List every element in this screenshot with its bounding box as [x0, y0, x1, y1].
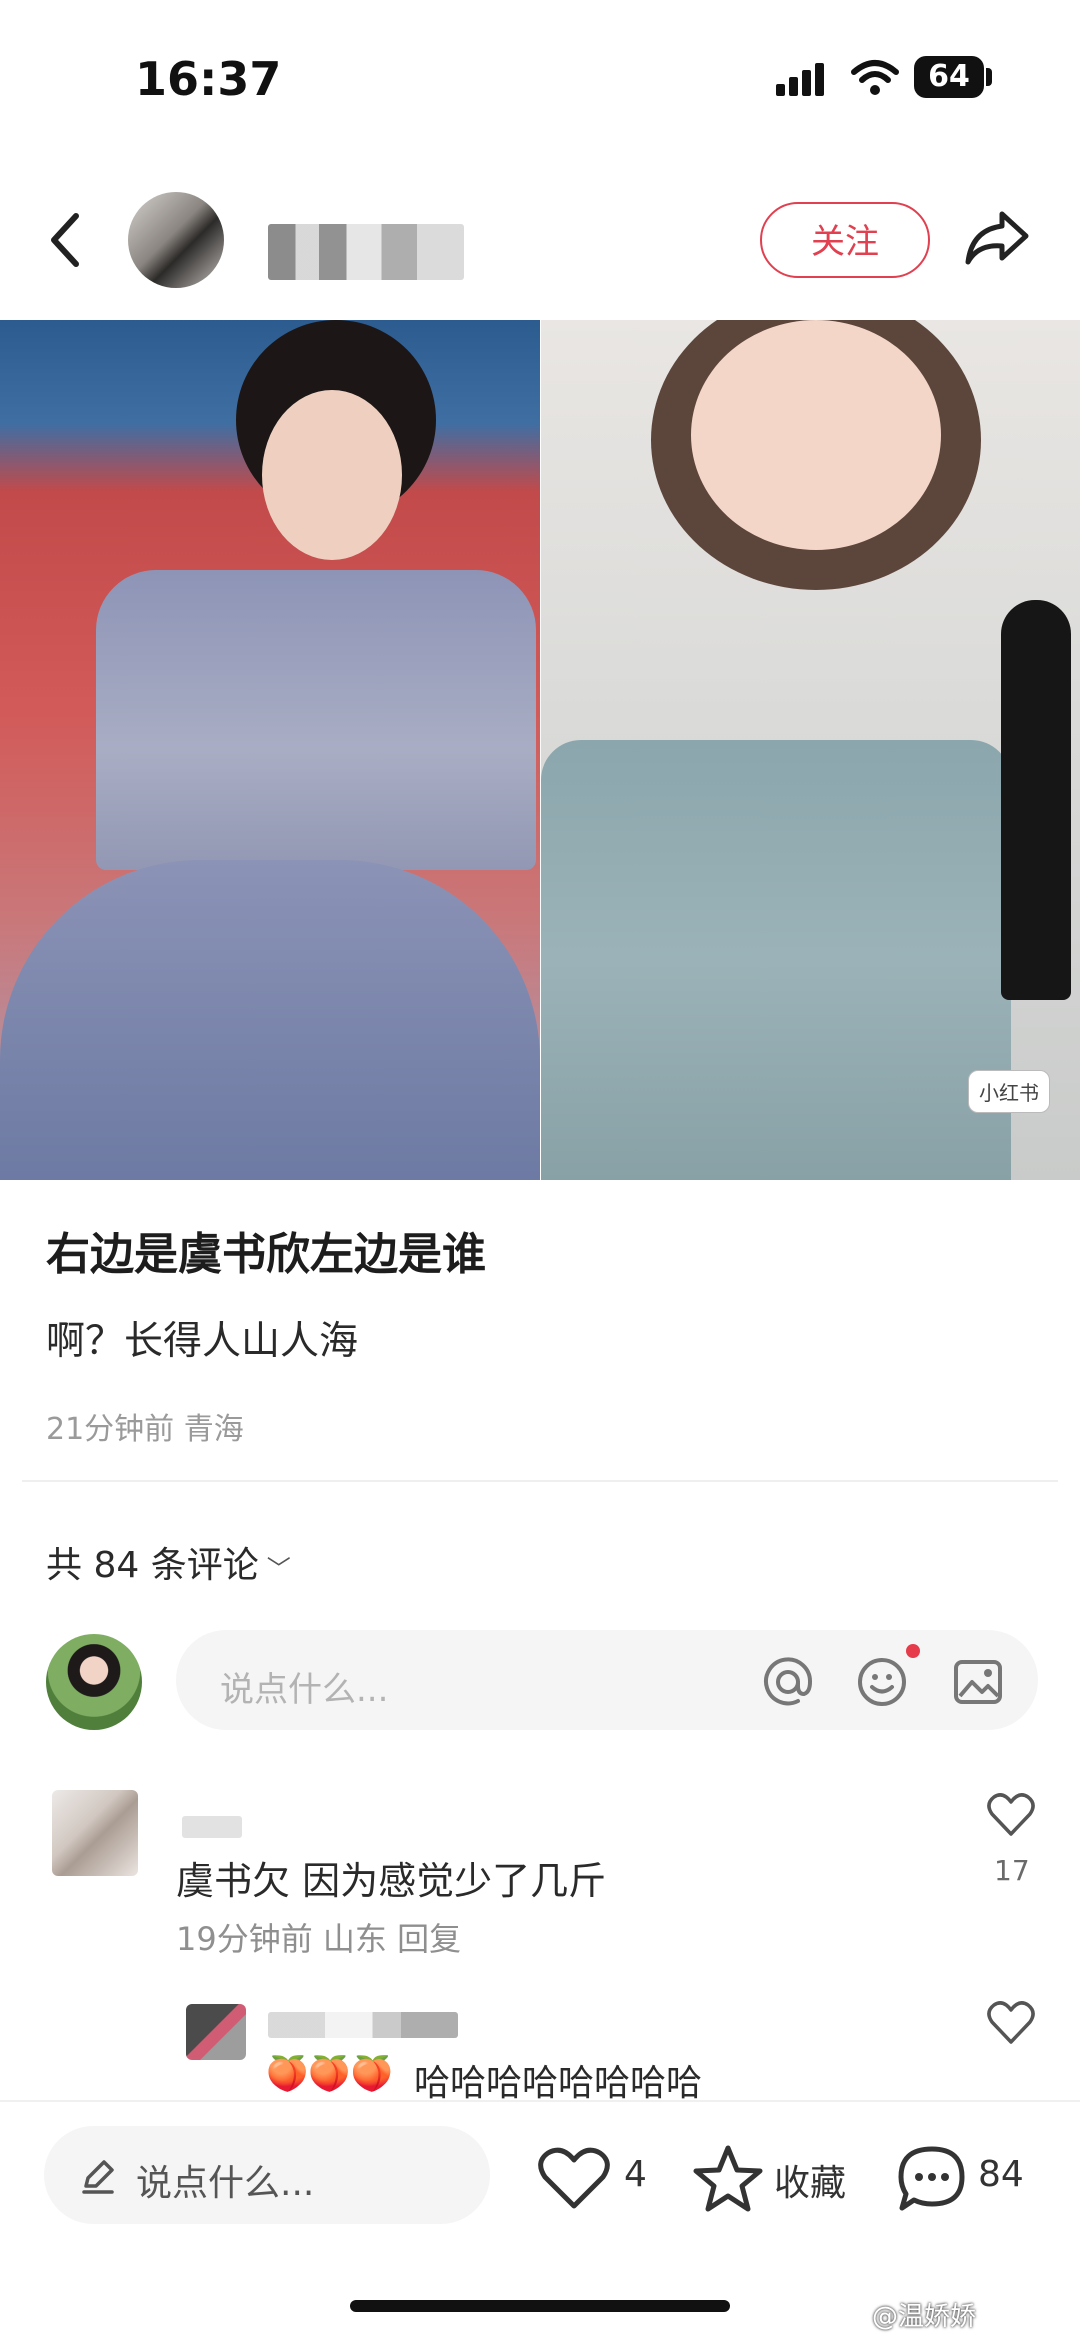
person-face: [262, 390, 402, 560]
weibo-watermark: @温娇娇: [872, 2302, 977, 2332]
comment-count[interactable]: 84: [978, 2154, 1024, 2195]
signal-icon: [776, 63, 824, 96]
comment-input-placeholder[interactable]: 说点什么...: [220, 1662, 388, 1711]
gown-bodice: [541, 740, 1011, 1180]
gown-skirt: [0, 860, 540, 1180]
wifi-icon: [851, 60, 899, 95]
microphone: [1001, 600, 1071, 1000]
divider: [22, 1480, 1058, 1482]
comment-count-sort[interactable]: 共 84 条评论 ﹀: [46, 1536, 291, 1588]
pencil-icon: [82, 2160, 114, 2194]
reply-emoji: 🍑🍑🍑: [266, 2054, 394, 2094]
post-title: 右边是虞书欣左边是谁: [46, 1229, 486, 1280]
image-icon[interactable]: [952, 1656, 1004, 1708]
author-name-blurred[interactable]: [268, 224, 464, 280]
heart-icon[interactable]: [986, 2000, 1036, 2046]
post-meta: 21分钟前 青海: [46, 1412, 244, 1447]
bottom-input-placeholder[interactable]: 说点什么...: [136, 2154, 314, 2206]
battery-indicator: 64: [914, 56, 984, 98]
author-avatar[interactable]: [128, 192, 224, 288]
gown-bodice: [96, 570, 536, 870]
smiley-icon[interactable]: [856, 1656, 908, 1708]
post-photo-right[interactable]: 小红书: [541, 320, 1080, 1180]
post-photo-left[interactable]: [0, 320, 540, 1180]
star-icon[interactable]: [692, 2144, 764, 2214]
chevron-down-icon: ﹀: [266, 1555, 291, 1583]
like-count[interactable]: 4: [624, 2154, 647, 2195]
battery-tip: [986, 68, 992, 86]
reply-avatar[interactable]: [186, 2004, 246, 2060]
comment-count-label: 共 84 条评论: [46, 1545, 259, 1586]
notification-dot: [906, 1644, 920, 1658]
status-time: 16:37: [135, 52, 282, 106]
reply-text: 哈哈哈哈哈哈哈哈: [414, 2063, 703, 2104]
home-indicator: [350, 2300, 730, 2312]
comment-like-count: 17: [994, 1854, 1030, 1887]
commenter-name-blurred[interactable]: [182, 1816, 242, 1838]
back-chevron-icon[interactable]: [46, 210, 86, 270]
reply-name-blurred[interactable]: [268, 2012, 458, 2038]
comment-meta[interactable]: 19分钟前 山东 回复: [176, 1914, 461, 1960]
heart-icon[interactable]: [986, 1792, 1036, 1838]
current-user-avatar: [46, 1634, 142, 1730]
heart-icon[interactable]: [536, 2146, 612, 2212]
follow-button[interactable]: 关注: [760, 202, 930, 278]
comment-text: 虞书欠 因为感觉少了几斤: [176, 1859, 607, 1903]
photo-watermark: 小红书: [968, 1070, 1050, 1113]
commenter-avatar[interactable]: [52, 1790, 138, 1876]
favorite-label[interactable]: 收藏: [774, 2154, 846, 2206]
chat-bubble-icon[interactable]: [896, 2144, 968, 2214]
share-arrow-icon[interactable]: [964, 208, 1030, 268]
person-face: [691, 320, 941, 550]
post-body: 啊？长得人山人海: [46, 1319, 359, 1364]
at-icon[interactable]: [762, 1656, 814, 1708]
